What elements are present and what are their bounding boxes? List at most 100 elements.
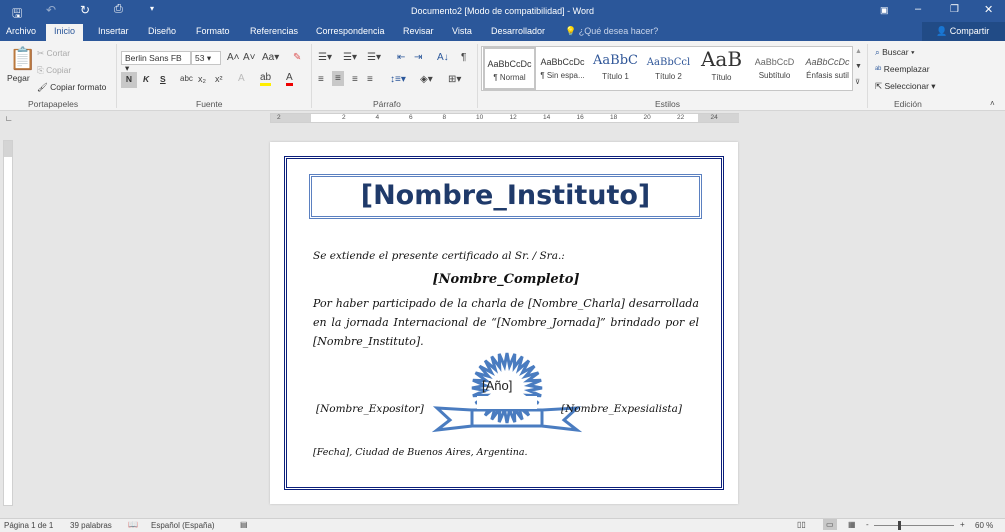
web-layout-icon[interactable]: ▦ [848,520,856,529]
borders-icon[interactable]: ⊞▾ [448,74,461,85]
restore-icon[interactable]: ❐ [950,4,959,15]
style-preview: AaBbCcDc [805,57,850,67]
horizontal-ruler[interactable]: 2 2 4 6 8 10 12 14 16 18 20 22 24 [270,113,739,123]
bold-button[interactable]: N [121,72,137,88]
zoom-in-button[interactable]: + [960,520,965,529]
shading-icon[interactable]: ◈▾ [420,74,433,85]
styles-scroll-down-icon[interactable]: ▼ [855,63,862,70]
style-title[interactable]: AaB Título [695,47,748,90]
date-place[interactable]: [Fecha], Ciudad de Buenos Aires, Argenti… [313,447,528,458]
zoom-slider-thumb[interactable] [898,521,901,530]
vertical-ruler[interactable] [3,140,13,506]
tab-archivo[interactable]: Archivo [6,26,36,36]
styles-more-icon[interactable]: ⊽ [855,78,860,86]
style-no-spacing[interactable]: AaBbCcDc ¶ Sin espa... [536,47,589,90]
tab-diseno[interactable]: Diseño [148,26,176,36]
tab-selector[interactable]: ∟ [5,114,13,123]
ruler-label: 16 [576,114,584,121]
grow-font-icon[interactable]: A˄ [227,52,240,63]
proofing-icon[interactable]: 📖 [128,520,138,529]
copy-button[interactable]: ⎘ Copiar [37,65,71,76]
format-painter-button[interactable]: 🖌 Copiar formato [37,82,106,93]
minimize-icon[interactable]: – [915,3,921,15]
full-name[interactable]: [Nombre_Completo] [313,272,699,287]
tab-formato[interactable]: Formato [196,26,230,36]
shrink-font-icon[interactable]: A˅ [243,52,256,63]
highlight-icon[interactable]: ab [260,72,272,86]
style-label: Subtítulo [758,71,791,80]
tab-insertar[interactable]: Insertar [98,26,129,36]
tab-vista[interactable]: Vista [452,26,472,36]
italic-button[interactable]: K [143,74,149,84]
subscript-icon[interactable]: x₂ [198,74,206,84]
paste-button[interactable]: Pegar [7,73,30,83]
change-case-icon[interactable]: Aa▾ [262,52,279,63]
show-marks-icon[interactable]: ¶ [461,52,466,63]
styles-scroll-up-icon[interactable]: ▲ [855,48,862,55]
macro-icon[interactable]: ▤ [240,520,248,529]
zoom-slider[interactable] [874,525,954,526]
collapse-ribbon-icon[interactable]: ˄ [990,99,995,108]
seal-icon[interactable] [432,350,582,440]
increase-indent-icon[interactable]: ⇥ [414,52,422,63]
ribbon-display-icon[interactable]: ▣ [880,5,889,16]
close-icon[interactable]: ✕ [984,3,993,16]
ruler-label: 2 [342,114,346,121]
style-preview: AaBbCcDc [487,59,532,69]
tell-me-input[interactable]: 💡 ¿Qué desea hacer? [565,26,658,37]
justify-icon[interactable]: ≡ [367,74,373,85]
body-text[interactable]: Por haber participado de la charla de [N… [313,294,699,351]
intro-text[interactable]: Se extiende el presente certificado al S… [313,250,565,262]
word-count[interactable]: 39 palabras [70,521,112,530]
superscript-icon[interactable]: x² [215,74,223,84]
speaker-name[interactable]: [Nombre_Expositor] [316,403,424,415]
align-right-icon[interactable]: ≡ [352,74,358,85]
institute-title[interactable]: [Nombre_Instituto] [309,174,702,219]
decrease-indent-icon[interactable]: ⇤ [397,52,405,63]
font-color-icon[interactable]: A [286,72,293,86]
group-label-paragraph: Párrafo [373,99,401,109]
style-preview: AaBbCcDc [540,57,585,67]
tab-referencias[interactable]: Referencias [250,26,298,36]
style-subtle-emphasis[interactable]: AaBbCcDc Énfasis sutil [801,47,854,90]
tab-revisar[interactable]: Revisar [403,26,434,36]
numbering-icon[interactable]: ☰▾ [343,52,357,63]
multilevel-list-icon[interactable]: ☰▾ [367,52,381,63]
zoom-level[interactable]: 60 % [975,521,993,530]
style-heading-2[interactable]: AaBbCcl Título 2 [642,47,695,90]
specialist-name[interactable]: [Nombre_Expesialista] [561,403,682,415]
style-normal[interactable]: AaBbCcDc ¶ Normal [483,47,536,90]
read-mode-icon[interactable]: ▯▯ [797,520,806,529]
zoom-out-button[interactable]: - [866,520,869,529]
style-subtitle[interactable]: AaBbCcD Subtítulo [748,47,801,90]
align-center-icon[interactable]: ≡ [332,71,344,86]
share-button[interactable]: 👤 Compartir [922,22,1005,41]
underline-button[interactable]: S [160,74,166,84]
paste-icon[interactable]: 📋 [9,46,36,72]
font-name-select[interactable]: Berlin Sans FB ▾ [121,51,191,73]
style-label: Énfasis sutil [806,71,849,80]
line-spacing-icon[interactable]: ↕≡▾ [390,74,406,85]
style-heading-1[interactable]: AaBbC Título 1 [589,47,642,90]
bullets-icon[interactable]: ☰▾ [318,52,332,63]
print-layout-icon[interactable]: ▭ [823,519,837,530]
select-button[interactable]: ⇱ Seleccionar ▾ [875,81,936,92]
tab-inicio[interactable]: Inicio [46,24,84,41]
sort-icon[interactable]: A↓ [437,52,449,63]
clear-format-icon[interactable]: ✎ [293,52,301,63]
ribbon-tabs: Archivo Inicio Insertar Diseño Formato R… [0,22,1005,41]
cut-button[interactable]: ✂ Cortar [37,48,70,59]
tab-desarrollador[interactable]: Desarrollador [491,26,545,36]
align-left-icon[interactable]: ≡ [318,74,324,85]
ruler-label: 18 [610,114,618,121]
font-name-value: Berlin Sans FB [125,53,182,63]
font-size-select[interactable]: 53 ▾ [191,51,221,65]
year-label[interactable]: [Año] [482,378,512,393]
tab-correspondencia[interactable]: Correspondencia [316,26,385,36]
text-effects-icon[interactable]: A [238,73,245,84]
page-count[interactable]: Página 1 de 1 [4,521,53,530]
find-button[interactable]: ⌕ Buscar ▾ [875,47,915,58]
replace-button[interactable]: ᵃᵇ Reemplazar [875,64,930,74]
strikethrough-icon[interactable]: abc [180,74,193,83]
language[interactable]: Español (España) [151,521,215,530]
